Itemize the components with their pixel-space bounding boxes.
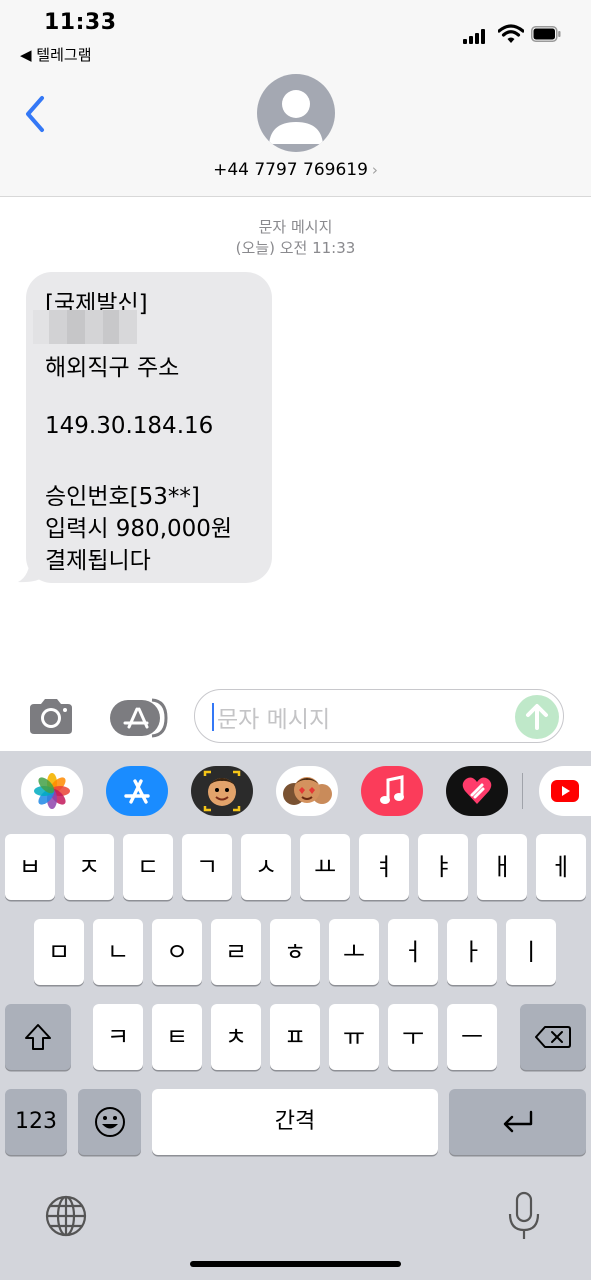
phone-number-text: +44 7797 769619 xyxy=(213,160,368,180)
message-line: 결제됩니다 xyxy=(45,548,151,574)
key-t[interactable]: ㅌ xyxy=(152,1004,202,1070)
key-u[interactable]: ㅜ xyxy=(388,1004,438,1070)
message-line: 해외직구 주소 xyxy=(45,355,180,381)
microphone-icon[interactable] xyxy=(506,1190,542,1242)
wifi-icon xyxy=(498,24,524,43)
key-b[interactable]: ㅂ xyxy=(5,834,55,900)
key-yu[interactable]: ㅠ xyxy=(329,1004,379,1070)
send-button[interactable] xyxy=(515,695,559,739)
app-store-drawer-icon[interactable] xyxy=(108,697,168,739)
return-key[interactable] xyxy=(449,1089,586,1155)
key-ya[interactable]: ㅑ xyxy=(418,834,468,900)
app-store-app-icon[interactable] xyxy=(106,766,168,816)
home-indicator[interactable] xyxy=(190,1261,401,1267)
app-strip-divider xyxy=(522,773,523,809)
key-p[interactable]: ㅍ xyxy=(270,1004,320,1070)
space-key[interactable]: 간격 xyxy=(152,1089,438,1155)
shift-key[interactable] xyxy=(5,1004,71,1070)
chevron-right-icon: › xyxy=(371,161,378,179)
camera-icon[interactable] xyxy=(26,696,76,738)
youtube-play-icon xyxy=(551,780,579,802)
key-s[interactable]: ㅅ xyxy=(241,834,291,900)
key-m[interactable]: ㅁ xyxy=(34,919,84,985)
app-store-a-icon xyxy=(124,779,150,804)
heart-eyes-emoji-icon xyxy=(283,777,332,805)
delete-key[interactable] xyxy=(520,1004,586,1070)
key-a[interactable]: ㅏ xyxy=(447,919,497,985)
message-line: 149.30.184.16 xyxy=(45,413,214,439)
emoji-key[interactable] xyxy=(78,1089,141,1155)
photos-flower-icon xyxy=(34,773,70,809)
key-k[interactable]: ㅋ xyxy=(93,1004,143,1070)
key-ch[interactable]: ㅊ xyxy=(211,1004,261,1070)
youtube-app-icon[interactable] xyxy=(539,766,591,816)
memoji-app-icon[interactable] xyxy=(191,766,253,816)
key-yo[interactable]: ㅛ xyxy=(300,834,350,900)
memoji-face-icon xyxy=(203,770,241,812)
person-icon xyxy=(269,90,323,144)
key-e[interactable]: ㅔ xyxy=(536,834,586,900)
back-chevron-icon[interactable] xyxy=(22,94,48,134)
contact-avatar[interactable] xyxy=(257,74,335,152)
music-note-icon xyxy=(380,775,404,804)
service-label: 문자 메시지 xyxy=(258,218,333,236)
shift-arrow-icon xyxy=(25,1024,51,1050)
digital-touch-app-icon[interactable] xyxy=(446,766,508,816)
photos-app-icon[interactable] xyxy=(21,766,83,816)
numbers-key[interactable]: 123 xyxy=(5,1089,67,1155)
key-o[interactable]: ㅗ xyxy=(329,919,379,985)
redacted-text xyxy=(33,310,137,344)
message-input-placeholder: 문자 메시지 xyxy=(217,707,331,733)
back-to-telegram-link[interactable]: ◀ 텔레그램 xyxy=(20,44,92,65)
key-ae[interactable]: ㅐ xyxy=(477,834,527,900)
key-yeo[interactable]: ㅕ xyxy=(359,834,409,900)
message-line: 승인번호[53**] xyxy=(45,484,200,510)
battery-icon xyxy=(531,26,561,42)
key-ieung[interactable]: ㅇ xyxy=(152,919,202,985)
key-n[interactable]: ㄴ xyxy=(93,919,143,985)
arrow-up-icon xyxy=(526,704,548,730)
key-i[interactable]: ㅣ xyxy=(506,919,556,985)
contact-phone-number[interactable]: +44 7797 769619 › xyxy=(150,160,441,180)
key-g[interactable]: ㄱ xyxy=(182,834,232,900)
message-timestamp: (오늘) 오전 11:33 xyxy=(235,239,356,257)
key-eu[interactable]: ㅡ xyxy=(447,1004,497,1070)
key-r[interactable]: ㄹ xyxy=(211,919,261,985)
smiley-icon xyxy=(95,1107,125,1137)
return-arrow-icon xyxy=(503,1110,533,1133)
key-h[interactable]: ㅎ xyxy=(270,919,320,985)
key-eo[interactable]: ㅓ xyxy=(388,919,438,985)
status-time: 11:33 xyxy=(44,10,117,35)
cellular-signal-icon xyxy=(463,28,489,44)
heart-icon xyxy=(462,777,492,804)
key-j[interactable]: ㅈ xyxy=(64,834,114,900)
message-line: 입력시 980,000원 xyxy=(45,516,233,542)
key-d[interactable]: ㄷ xyxy=(123,834,173,900)
text-cursor xyxy=(212,703,214,731)
music-app-icon[interactable] xyxy=(361,766,423,816)
backspace-icon xyxy=(535,1026,571,1048)
animoji-stickers-app-icon[interactable] xyxy=(276,766,338,816)
globe-icon[interactable] xyxy=(44,1194,88,1238)
